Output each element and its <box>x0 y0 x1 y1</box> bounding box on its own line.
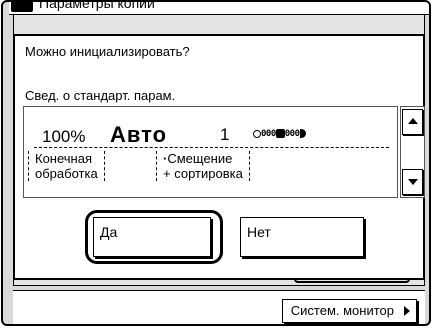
copy-count: 1 <box>220 125 230 144</box>
settings-summary-row: 100% Авто 1 000 000 <box>34 122 389 148</box>
screen-frame: Параметры копий Систем. монитор Можно ин… <box>1 0 431 326</box>
finishing-setting: Конечная обработка <box>28 151 105 181</box>
scroll-down-button[interactable] <box>402 169 423 195</box>
no-button[interactable]: Нет <box>240 217 364 257</box>
copy-ratio: 100% <box>42 127 86 146</box>
scrollbar[interactable] <box>400 106 425 198</box>
paper-select: Авто <box>110 122 168 147</box>
offset-line-1: Смещение <box>167 151 233 166</box>
offset-sort-setting: ·Смещение + сортировка <box>156 151 250 181</box>
system-monitor-label: Систем. монитор <box>290 303 394 318</box>
background-title: Параметры копий <box>39 2 155 11</box>
yes-button[interactable]: Да <box>93 217 211 257</box>
scroll-up-button[interactable] <box>402 109 423 135</box>
system-monitor-button[interactable]: Систем. монитор <box>281 299 417 323</box>
arrow-down-icon <box>408 179 418 185</box>
dialog-subtitle: Свед. о стандарт. парам. <box>25 88 176 103</box>
dialog-question: Можно инициализировать? <box>25 44 190 59</box>
counter-indicator-icon: 000 000 <box>253 129 306 143</box>
copy-icon <box>11 2 33 12</box>
finishing-line-1: Конечная <box>35 151 93 166</box>
default-settings-box: 100% Авто 1 000 000 Конечная обработка ·С… <box>23 106 398 198</box>
initialize-dialog: Можно инициализировать? Свед. о стандарт… <box>13 34 425 280</box>
offset-line-2: + сортировка <box>163 166 243 181</box>
finishing-line-2: обработка <box>35 166 98 181</box>
bottom-bar: Систем. монитор <box>13 290 425 324</box>
arrow-up-icon <box>408 118 418 124</box>
arrow-right-icon <box>404 306 410 316</box>
